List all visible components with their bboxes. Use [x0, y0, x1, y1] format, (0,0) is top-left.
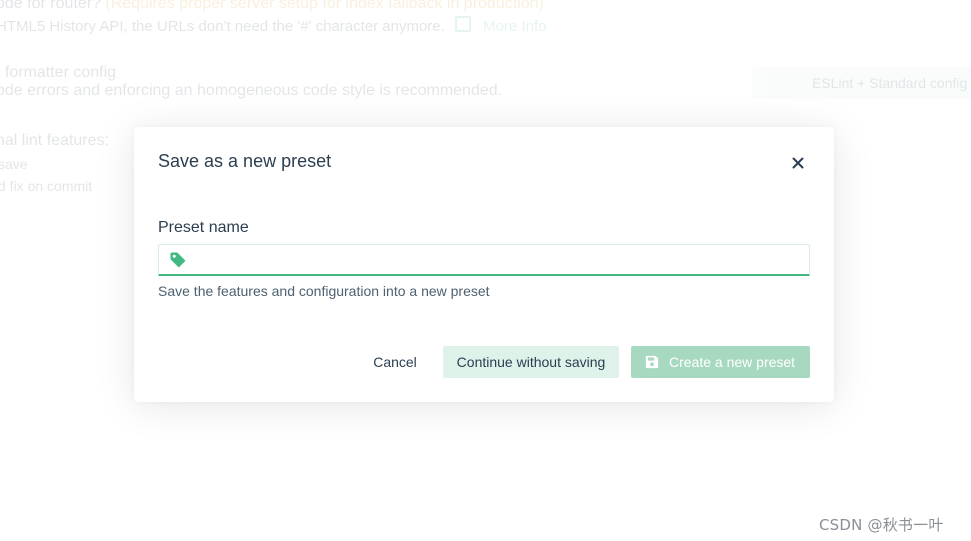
router-hint: (Requires proper server setup for index … — [105, 0, 544, 12]
linter-desc: ode errors and enforcing an homogeneous … — [0, 82, 503, 99]
lint-fix-commit-option[interactable]: d fix on commit — [0, 178, 92, 194]
cancel-button[interactable]: Cancel — [359, 346, 431, 378]
create-preset-button[interactable]: Create a new preset — [631, 346, 810, 378]
create-preset-label: Create a new preset — [669, 354, 796, 370]
preset-name-input[interactable] — [197, 245, 797, 274]
save-icon — [645, 355, 659, 369]
dialog-title: Save as a new preset — [158, 151, 332, 171]
router-question-line: ode for router? (Requires proper server … — [0, 0, 544, 13]
external-link-icon[interactable] — [454, 16, 471, 32]
continue-without-saving-button[interactable]: Continue without saving — [443, 346, 619, 378]
lint-features-title: nal lint features: — [0, 132, 109, 149]
preset-name-field[interactable] — [158, 244, 810, 276]
router-desc-line: HTML5 History API, the URLs don't need t… — [0, 16, 547, 35]
save-preset-dialog: Save as a new preset Preset name Save th… — [134, 127, 834, 402]
router-question: ode for router? — [0, 0, 101, 12]
router-desc: HTML5 History API, the URLs don't need t… — [0, 18, 445, 35]
lint-on-save-option[interactable]: save — [0, 156, 28, 172]
preset-name-label: Preset name — [158, 219, 249, 236]
close-button[interactable] — [786, 151, 810, 175]
linter-select[interactable]: ESLint + Standard config — [752, 67, 971, 99]
app-stage: ode for router? (Requires proper server … — [0, 0, 971, 541]
tag-icon — [170, 252, 186, 268]
preset-name-description: Save the features and configuration into… — [158, 283, 490, 299]
close-icon[interactable] — [786, 151, 810, 175]
linter-title: / formatter config — [0, 64, 117, 81]
more-info-link[interactable]: More Info — [483, 18, 546, 35]
watermark: CSDN @秋书一叶 — [819, 516, 944, 534]
